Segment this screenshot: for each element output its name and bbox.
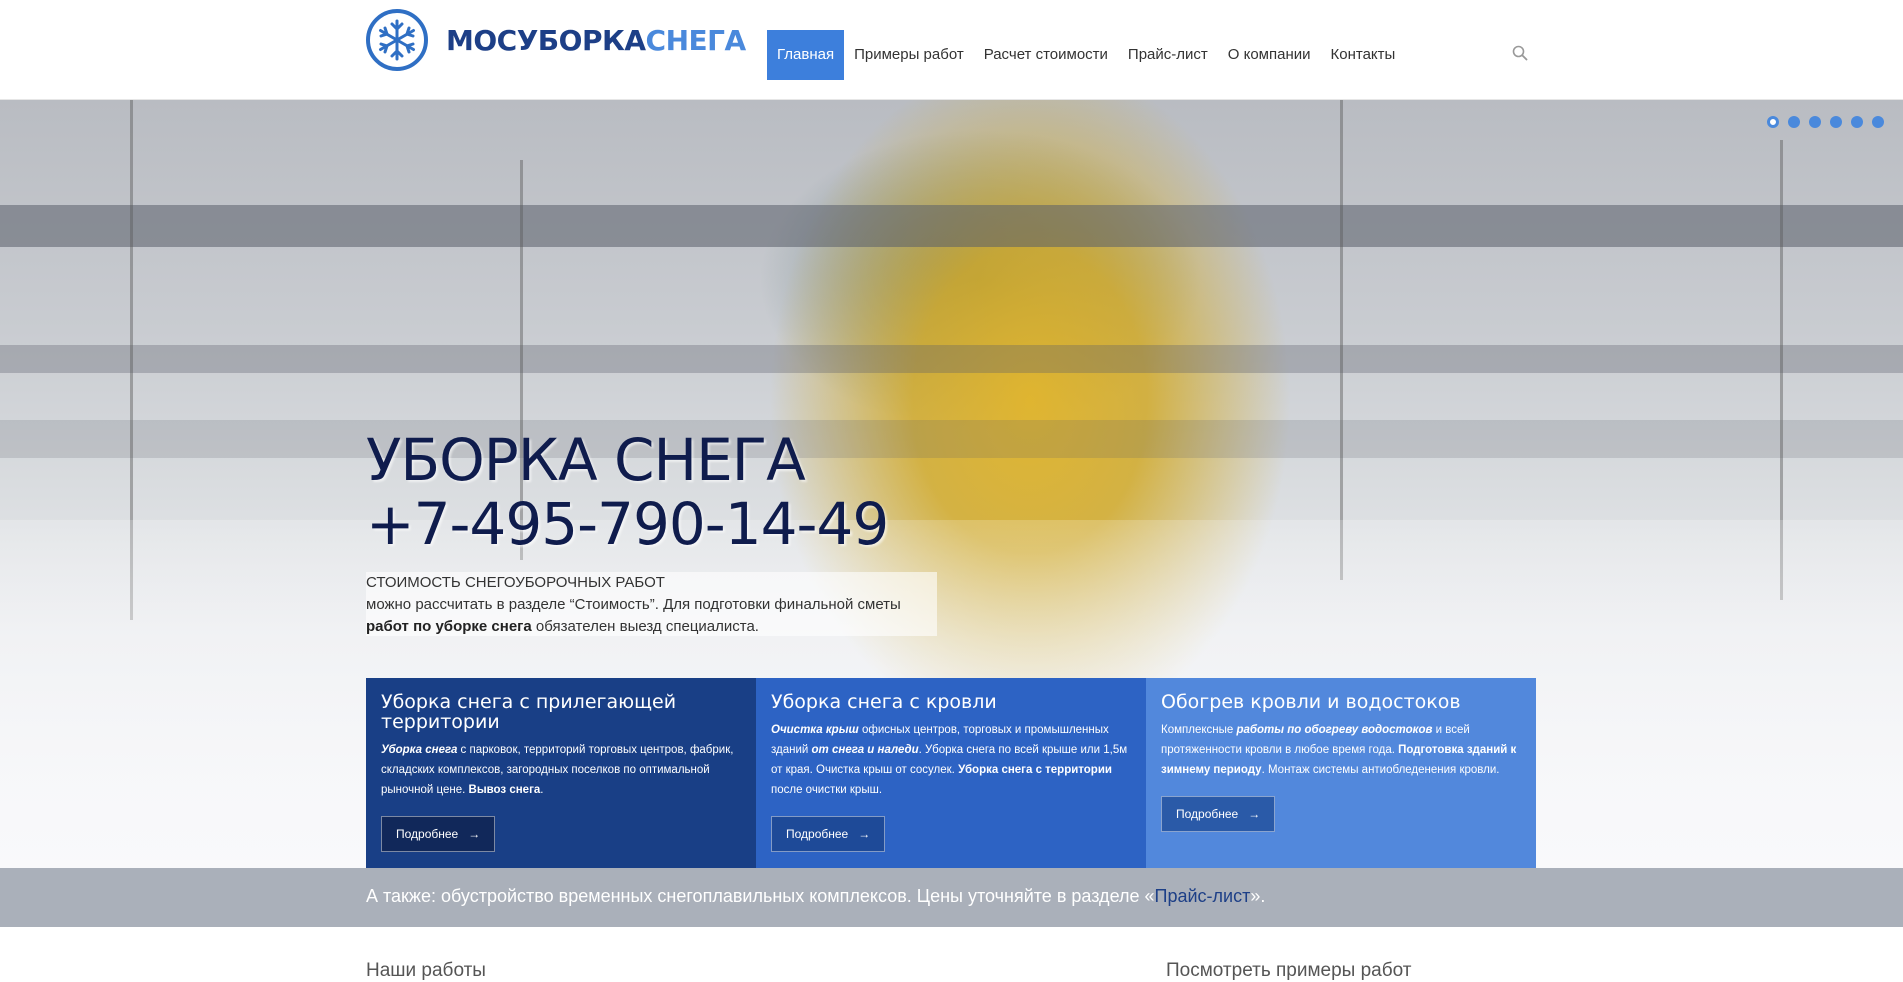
logo-text-light: СНЕГА [645, 23, 747, 57]
nav-item-price-list[interactable]: Прайс-лист [1118, 30, 1218, 80]
nav-item-pricing-calc[interactable]: Расчет стоимости [974, 30, 1118, 80]
slider-dot[interactable] [1809, 116, 1821, 128]
info-banner: А также: обустройство временных снегопла… [0, 868, 1903, 927]
nav-item-about[interactable]: О компании [1218, 30, 1321, 80]
hero-title-line1: УБОРКА СНЕГА [366, 426, 806, 494]
arrow-right-icon: → [858, 827, 871, 841]
hero-text-line2: можно рассчитать в разделе “Стоимость”. … [366, 596, 901, 613]
logo[interactable]: МОСУБОРКАСНЕГА [366, 9, 746, 71]
arrow-right-icon: → [1248, 807, 1261, 821]
hero-bg-tree [1340, 100, 1343, 580]
site-header: МОСУБОРКАСНЕГА Главная Примеры работ Рас… [0, 0, 1903, 100]
card-title: Уборка снега с кровли [771, 691, 997, 713]
main-nav: Главная Примеры работ Расчет стоимости П… [767, 30, 1405, 80]
hero-phone[interactable]: +7-495-790-14-49 [366, 492, 889, 556]
more-button[interactable]: Подробнее → [1161, 796, 1276, 832]
more-button[interactable]: Подробнее → [771, 816, 886, 852]
hero-bg-band [0, 420, 1903, 458]
arrow-right-icon: → [468, 827, 481, 841]
card-text: Очистка крыш офисных центров, торговых и… [771, 724, 1128, 796]
more-button[interactable]: Подробнее → [381, 816, 496, 852]
slider-dot[interactable] [1851, 116, 1863, 128]
section-title-our-works: Наши работы [366, 960, 486, 981]
hero-text-line1: СТОИМОСТЬ СНЕГОУБОРОЧНЫХ РАБОТ [366, 574, 665, 591]
more-button-label: Подробнее [786, 827, 849, 841]
nav-item-contacts[interactable]: Контакты [1321, 30, 1406, 80]
service-card-heating: Обогрев кровли и водостоков Комплексные … [1146, 678, 1536, 868]
hero-text-rest: обязателен выезд специалиста. [531, 618, 759, 635]
hero-text-line3: работ по уборке снега обязателен выезд с… [366, 616, 937, 638]
logo-text-dark: МОСУБОРКА [446, 23, 646, 57]
hero-title: УБОРКА СНЕГА +7-495-790-14-49 [366, 426, 889, 556]
slider-dot[interactable] [1767, 116, 1779, 128]
search-icon[interactable] [1512, 45, 1532, 65]
hero-text-bold: работ по уборке снега [366, 618, 532, 635]
slider-dots [1767, 116, 1884, 128]
nav-item-examples[interactable]: Примеры работ [844, 30, 974, 80]
slider-dot[interactable] [1788, 116, 1800, 128]
service-card-roof: Уборка снега с кровли Очистка крыш офисн… [756, 678, 1146, 868]
card-text: Уборка снега с парковок, территорий торг… [381, 744, 734, 796]
logo-text: МОСУБОРКАСНЕГА [446, 24, 746, 57]
snowflake-icon [366, 9, 428, 71]
slider-dot[interactable] [1830, 116, 1842, 128]
more-button-label: Подробнее [1176, 807, 1239, 821]
card-text: Комплексные работы по обогреву водостоко… [1161, 724, 1517, 776]
service-card-territory: Уборка снега с прилегающей территории Уб… [366, 678, 756, 868]
price-list-link[interactable]: Прайс-лист [1155, 886, 1251, 906]
slider-dot[interactable] [1872, 116, 1884, 128]
hero-description: СТОИМОСТЬ СНЕГОУБОРОЧНЫХ РАБОТ можно рас… [366, 572, 937, 636]
hero-bg-band [0, 345, 1903, 373]
section-title-view-examples[interactable]: Посмотреть примеры работ [1166, 960, 1412, 982]
hero-bg-band [0, 205, 1903, 247]
banner-text: А также: обустройство временных снегопла… [366, 886, 1266, 906]
service-cards: Уборка снега с прилегающей территории Уб… [366, 678, 1536, 868]
card-title: Обогрев кровли и водостоков [1161, 691, 1461, 713]
more-button-label: Подробнее [396, 827, 459, 841]
nav-item-home[interactable]: Главная [767, 30, 845, 80]
card-title: Уборка снега с прилегающей территории [381, 691, 677, 733]
